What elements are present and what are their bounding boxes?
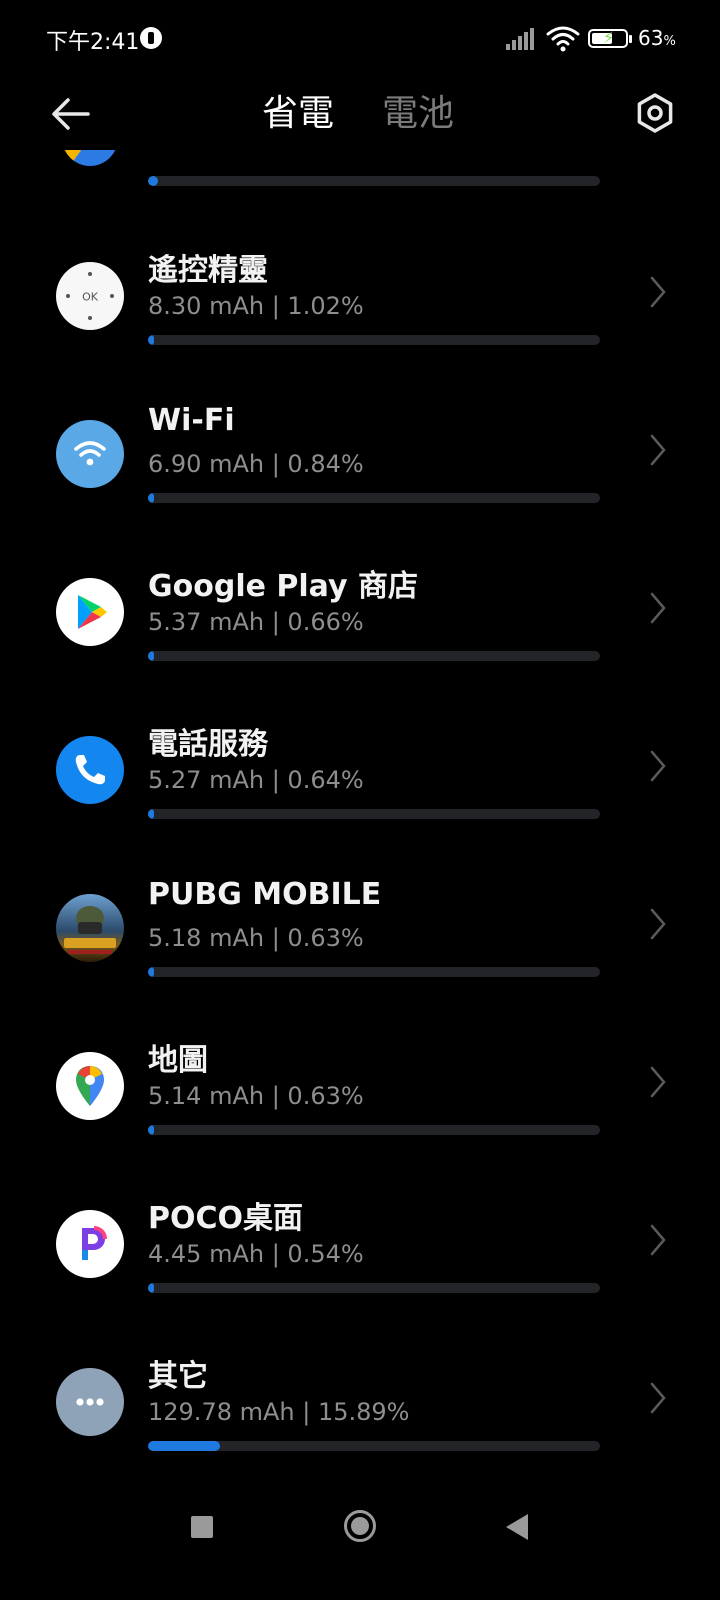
app-usage: 5.37 mAh | 0.66%	[148, 608, 364, 636]
status-time: 下午2:41	[46, 30, 140, 55]
list-item[interactable]: 地圖 5.14 mAh | 0.63%	[0, 1018, 720, 1179]
chevron-right-icon	[650, 750, 666, 782]
usage-bar-fill	[148, 809, 154, 819]
usage-bar-track	[148, 335, 600, 345]
chevron-right-icon	[650, 434, 666, 466]
usage-bar-track	[148, 493, 600, 503]
usage-bar-track	[148, 651, 600, 661]
battery-percent-value: 63	[638, 26, 664, 50]
usage-bar-fill	[148, 1441, 220, 1451]
more-dots-icon	[56, 1368, 124, 1436]
app-name: Google Play 商店	[148, 569, 418, 604]
list-item[interactable]: 電話服務 5.27 mAh | 0.64%	[0, 702, 720, 863]
app-name: 電話服務	[148, 727, 268, 762]
chevron-right-icon	[650, 276, 666, 308]
maps-pin-icon	[56, 1052, 124, 1120]
pubg-icon	[56, 894, 124, 962]
usage-bar-fill	[148, 1283, 154, 1293]
home-circle-icon[interactable]	[343, 1509, 377, 1543]
chevron-right-icon	[650, 592, 666, 624]
usage-bar-fill	[148, 967, 154, 977]
app-usage: 5.18 mAh | 0.63%	[148, 924, 364, 952]
settings-gear-icon[interactable]	[634, 92, 676, 134]
list-item-partial[interactable]	[0, 150, 720, 200]
app-usage: 129.78 mAh | 15.89%	[148, 1398, 410, 1426]
usage-bar-track	[148, 176, 600, 186]
system-navigation-bar	[0, 1480, 720, 1600]
app-name: PUBG MOBILE	[148, 877, 382, 912]
usage-bar-fill	[148, 493, 154, 503]
battery-percentage: 63%	[638, 26, 676, 50]
google-play-icon	[56, 578, 124, 646]
recent-apps-square-icon[interactable]	[191, 1516, 213, 1538]
usage-bar-fill	[148, 176, 158, 186]
app-name: Wi-Fi	[148, 403, 235, 438]
usage-bar-track	[148, 967, 600, 977]
app-usage: 5.27 mAh | 0.64%	[148, 766, 364, 794]
app-usage: 4.45 mAh | 0.54%	[148, 1240, 364, 1268]
app-icon-partial	[62, 150, 118, 166]
app-usage: 8.30 mAh | 1.02%	[148, 292, 364, 320]
phone-icon	[56, 736, 124, 804]
status-bar: 下午2:41 ⚡ 63%	[0, 0, 720, 80]
tab-battery[interactable]: 電池	[382, 84, 454, 136]
usage-bar-fill	[148, 1125, 154, 1135]
chevron-right-icon	[650, 908, 666, 940]
tab-power-saving[interactable]: 省電	[262, 84, 334, 136]
battery-icon: ⚡	[588, 28, 632, 48]
usage-bar-track	[148, 1283, 600, 1293]
list-item[interactable]: 其它 129.78 mAh | 15.89%	[0, 1334, 720, 1480]
list-item[interactable]: Google Play 商店 5.37 mAh | 0.66%	[0, 544, 720, 705]
list-item[interactable]: Wi-Fi 6.90 mAh | 0.84%	[0, 386, 720, 547]
top-app-bar: 省電 電池	[0, 80, 720, 150]
chevron-right-icon	[650, 1066, 666, 1098]
svg-text:OK: OK	[82, 291, 99, 304]
wifi-icon	[56, 420, 124, 488]
app-name: 其它	[148, 1359, 208, 1394]
app-name: 遙控精靈	[148, 253, 268, 288]
usage-bar-track	[148, 1125, 600, 1135]
app-usage: 5.14 mAh | 0.63%	[148, 1082, 364, 1110]
chevron-right-icon	[650, 1224, 666, 1256]
battery-percent-unit: %	[663, 34, 676, 49]
usage-bar-track	[148, 1441, 600, 1451]
chevron-right-icon	[650, 1382, 666, 1414]
wifi-status-icon	[546, 26, 580, 52]
remote-control-icon: OK	[56, 262, 124, 330]
back-arrow-icon[interactable]	[48, 94, 94, 134]
list-item[interactable]: POCO桌面 4.45 mAh | 0.54%	[0, 1176, 720, 1337]
list-item[interactable]: PUBG MOBILE 5.18 mAh | 0.63%	[0, 860, 720, 1021]
app-name: POCO桌面	[148, 1201, 304, 1236]
app-name: 地圖	[148, 1043, 208, 1078]
charging-bolt-icon: ⚡	[603, 28, 615, 47]
nav-back-triangle-icon[interactable]	[504, 1512, 530, 1542]
battery-usage-list[interactable]: OK 遙控精靈 8.30 mAh | 1.02% Wi-Fi 6.90 mAh …	[0, 150, 720, 1480]
cell-signal-icon	[506, 28, 540, 50]
app-usage: 6.90 mAh | 0.84%	[148, 450, 364, 478]
usage-bar-fill	[148, 651, 154, 661]
list-item[interactable]: OK 遙控精靈 8.30 mAh | 1.02%	[0, 228, 720, 389]
notification-badge-icon	[140, 27, 162, 49]
usage-bar-track	[148, 809, 600, 819]
usage-bar-fill	[148, 335, 154, 345]
poco-launcher-icon	[56, 1210, 124, 1278]
